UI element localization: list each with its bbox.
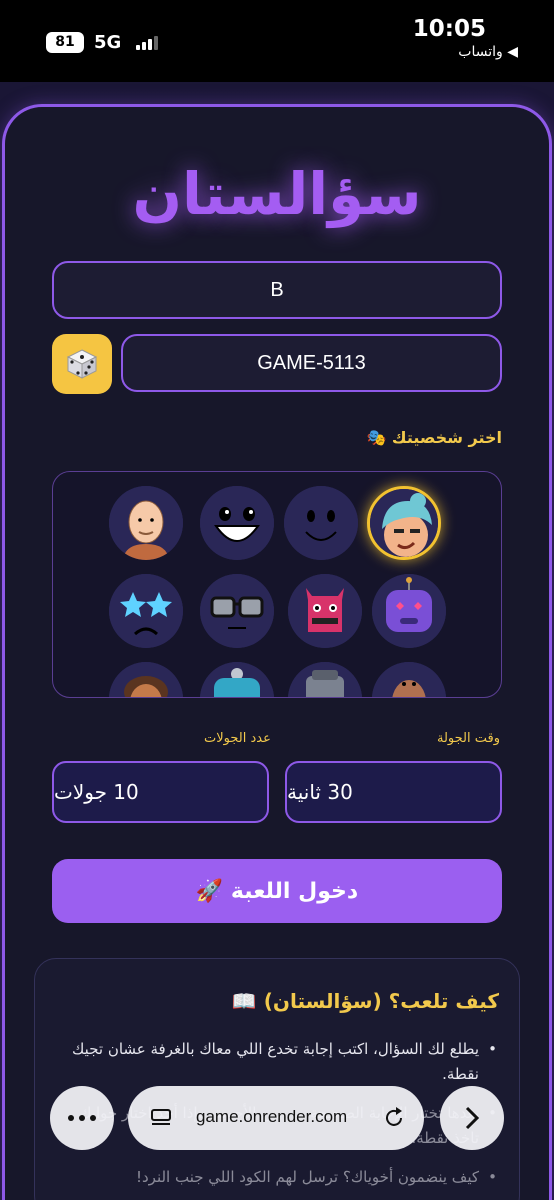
round-count-label: عدد الجولات <box>204 731 271 746</box>
network-type: 5G <box>94 32 122 53</box>
list-item: كيف ينضمون أخوياك؟ ترسل لهم الكود اللي ج… <box>57 1165 497 1190</box>
bald-dark-icon <box>372 662 446 697</box>
player-name-input[interactable] <box>52 261 502 319</box>
battery-indicator: 81 <box>46 32 84 53</box>
gray-robot-icon <box>288 662 362 697</box>
status-bar: 81 5G 10:05 ◀ واتساب <box>0 0 554 82</box>
round-count-select[interactable]: 10 جولات <box>52 761 269 823</box>
avatar-blue-hair-boy[interactable] <box>367 486 441 560</box>
reload-icon[interactable] <box>382 1106 406 1130</box>
more-options-button[interactable] <box>50 1086 114 1150</box>
glasses-face-icon <box>200 574 274 648</box>
bald-man-icon <box>109 486 183 560</box>
avatar-monster-pink[interactable] <box>288 574 362 648</box>
purple-robot-icon <box>372 574 446 648</box>
avatar-glasses-face[interactable] <box>200 574 274 648</box>
forward-button[interactable] <box>440 1086 504 1150</box>
avatar-smile-face[interactable] <box>284 486 358 560</box>
curly-hair-icon <box>109 662 183 697</box>
pink-monster-icon <box>288 574 362 648</box>
blue-hair-boy-icon <box>370 489 438 557</box>
round-time-label: وقت الجولة <box>436 731 500 746</box>
room-code-input[interactable] <box>121 334 502 392</box>
avatar-grid[interactable] <box>52 471 502 698</box>
round-time-select[interactable]: 30 ثانية <box>285 761 502 823</box>
page-menu-icon <box>151 1109 171 1125</box>
clock: 10:05 <box>412 16 486 42</box>
round-time-value: 30 ثانية <box>287 780 353 804</box>
list-item: يطلع لك السؤال، اكتب إجابة تخدع اللي معا… <box>57 1037 497 1087</box>
signal-icon <box>136 36 160 50</box>
avatar-robot-teal[interactable] <box>200 662 274 697</box>
random-code-button[interactable] <box>52 334 112 394</box>
avatar-curly-hair[interactable] <box>109 662 183 697</box>
grin-face-icon <box>200 486 274 560</box>
round-count-value: 10 جولات <box>54 780 139 804</box>
smile-face-icon <box>284 486 358 560</box>
address-bar[interactable]: game.onrender.com <box>128 1086 424 1150</box>
app-title: سؤالستان <box>132 160 422 228</box>
avatar-star-eyes[interactable] <box>109 574 183 648</box>
avatar-robot-purple[interactable] <box>372 574 446 648</box>
avatar-bald-man[interactable] <box>109 486 183 560</box>
avatar-grin-face[interactable] <box>200 486 274 560</box>
avatar-bald-dark[interactable] <box>372 662 446 697</box>
back-to-app-link[interactable]: ◀ واتساب <box>458 44 518 60</box>
teal-robot-icon <box>200 662 274 697</box>
dice-icon <box>66 349 98 379</box>
choose-character-label: اختر شخصيتك 🎭 <box>366 428 502 447</box>
how-to-play-title: كيف تلعب؟ (سؤالستان) 📖 <box>231 989 499 1013</box>
ellipsis-icon <box>68 1115 96 1121</box>
star-eyes-icon <box>109 574 183 648</box>
url-text: game.onrender.com <box>196 1107 348 1126</box>
how-to-play-panel: كيف تلعب؟ (سؤالستان) 📖 يطلع لك السؤال، ا… <box>34 958 520 1200</box>
avatar-robot-gray[interactable] <box>288 662 362 697</box>
enter-game-button[interactable]: دخول اللعبة 🚀 <box>52 859 502 923</box>
chevron-right-icon <box>465 1106 480 1130</box>
